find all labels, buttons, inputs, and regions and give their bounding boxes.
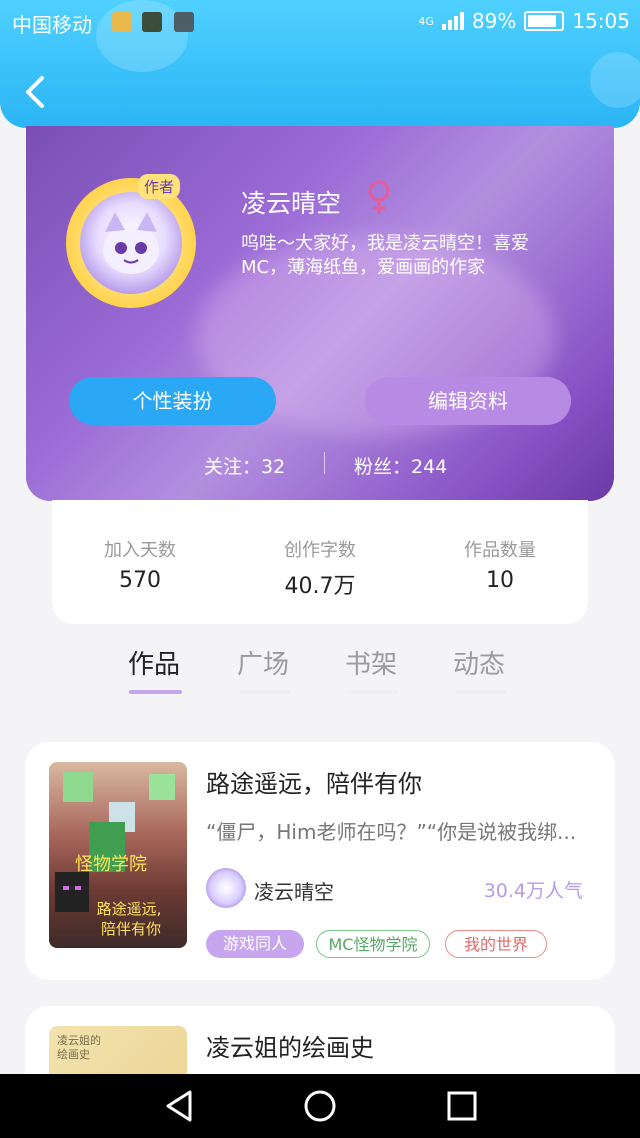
tag-mc-monster-academy[interactable]: MC怪物学院 xyxy=(316,930,430,958)
back-arrow-icon[interactable] xyxy=(20,72,50,112)
stat-value: 570 xyxy=(119,568,161,593)
divider xyxy=(324,452,325,474)
nav-back-icon[interactable] xyxy=(162,1088,196,1124)
profile-card: 作者 凌云晴空 呜哇～大家好，我是凌云晴空！喜爱MC，薄海纸鱼，爱画画的作家 个… xyxy=(26,126,614,501)
tag-minecraft[interactable]: 我的世界 xyxy=(445,930,547,958)
stats-card: 加入天数 570 创作字数 40.7万 作品数量 10 xyxy=(52,500,588,624)
stat-value: 10 xyxy=(486,568,514,593)
work-card[interactable]: 怪物学院 路途遥远, 陪伴有你 路途遥远，陪伴有你 “僵尸，Him老师在吗？”“… xyxy=(25,742,615,980)
work-excerpt: “僵尸，Him老师在吗？”“你是说被我绑... xyxy=(206,820,577,844)
tab-bookshelf[interactable]: 书架 xyxy=(345,644,397,681)
stat-label: 创作字数 xyxy=(284,540,356,561)
author-avatar xyxy=(206,868,246,908)
work-popularity: 30.4万人气 xyxy=(483,880,583,902)
carrier-label: 中国移动 xyxy=(12,13,92,37)
work-author: 凌云晴空 xyxy=(254,880,334,904)
followers-count[interactable]: 粉丝：244 xyxy=(354,452,447,479)
nav-home-icon[interactable] xyxy=(302,1088,338,1124)
tab-works[interactable]: 作品 xyxy=(128,644,180,681)
battery-percent: 89% xyxy=(471,9,517,33)
tab-active-indicator xyxy=(129,690,182,694)
author-badge: 作者 xyxy=(138,174,181,199)
profile-bio: 呜哇～大家好，我是凌云晴空！喜爱MC，薄海纸鱼，爱画画的作家 xyxy=(241,233,529,278)
avatar-image xyxy=(80,192,182,294)
svg-text:路途遥远,: 路途遥远, xyxy=(97,900,162,918)
svg-text:怪物学院: 怪物学院 xyxy=(75,854,147,875)
nav-recents-icon[interactable] xyxy=(445,1088,479,1124)
book-cover[interactable]: 怪物学院 路途遥远, 陪伴有你 xyxy=(49,762,187,948)
stat-word-count: 创作字数 40.7万 xyxy=(240,536,400,600)
female-gender-icon xyxy=(368,180,390,214)
profile-name: 凌云晴空 xyxy=(241,189,342,218)
clock: 15:05 xyxy=(572,9,630,33)
notification-icon xyxy=(142,12,162,32)
notification-icon xyxy=(174,12,194,32)
stat-label: 作品数量 xyxy=(464,540,536,561)
system-nav-bar xyxy=(0,1074,640,1138)
tab-square[interactable]: 广场 xyxy=(237,644,289,681)
status-bar: 中国移动 4G 89% 15:05 xyxy=(0,0,640,44)
battery-icon xyxy=(524,11,565,31)
cover-title: 凌云姐的绘画史 xyxy=(57,1034,101,1061)
avatar[interactable] xyxy=(66,178,196,308)
top-header: 中国移动 4G 89% 15:05 xyxy=(0,0,640,128)
stat-join-days: 加入天数 570 xyxy=(60,536,220,593)
svg-text:陪伴有你: 陪伴有你 xyxy=(101,920,161,938)
stat-label: 加入天数 xyxy=(104,540,176,561)
edit-profile-button[interactable]: 编辑资料 xyxy=(365,377,571,425)
cover-art-icon: 怪物学院 路途遥远, 陪伴有你 xyxy=(55,772,175,938)
signal-icon xyxy=(441,12,464,30)
outfit-button[interactable]: 个性装扮 xyxy=(69,377,276,425)
stat-works-count: 作品数量 10 xyxy=(420,536,580,593)
avatar-character-icon xyxy=(103,212,159,274)
notification-icon xyxy=(112,12,132,32)
tag-game-fanfic[interactable]: 游戏同人 xyxy=(206,930,304,958)
tab-activity[interactable]: 动态 xyxy=(453,644,505,681)
work-title[interactable]: 凌云姐的绘画史 xyxy=(206,1028,374,1063)
work-title[interactable]: 路途遥远，陪伴有你 xyxy=(206,764,422,799)
following-count[interactable]: 关注：32 xyxy=(204,452,285,479)
stat-value: 40.7万 xyxy=(284,574,356,599)
decor-bubble xyxy=(590,52,640,108)
network-label: 4G xyxy=(418,14,434,28)
content-tabs: 作品 广场 书架 动态 xyxy=(0,640,640,700)
